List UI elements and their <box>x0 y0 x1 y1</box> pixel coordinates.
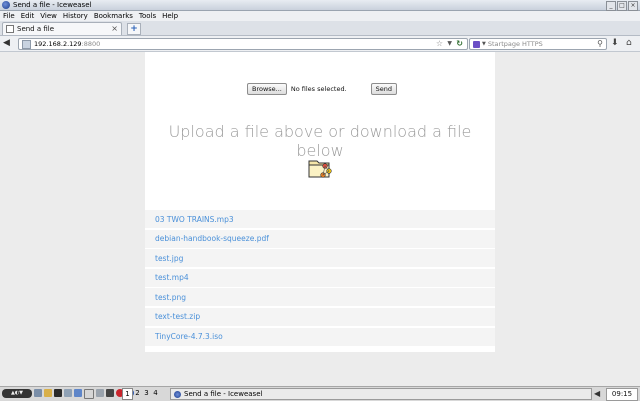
browse-button[interactable]: Browse... <box>247 83 287 95</box>
desktop-3[interactable]: 3 <box>142 388 151 398</box>
menu-bar: File Edit View History Bookmarks Tools H… <box>0 11 640 21</box>
taskbar-window-button[interactable]: Send a file - Iceweasel <box>170 388 592 400</box>
send-button[interactable]: Send <box>370 83 398 95</box>
maximize-icon[interactable]: □ <box>617 1 627 11</box>
taskbar: ▲◐▼ 1 2 3 4 Send a file - Iceweasel ◀ 09… <box>0 386 640 401</box>
list-item: text-test.zip <box>145 307 495 326</box>
search-bar[interactable]: ▼ Startpage HTTPS ⚲ <box>469 38 607 50</box>
quick-launch <box>34 389 134 399</box>
file-link[interactable]: debian-handbook-squeeze.pdf <box>155 234 269 243</box>
download-icon[interactable]: ⬇ <box>611 39 619 48</box>
page-heading: Upload a file above or download a file b… <box>168 122 472 160</box>
list-item: test.jpg <box>145 249 495 268</box>
desktop-switcher: 1 2 3 4 <box>122 388 160 400</box>
tab-bar: Send a file × + <box>0 21 640 36</box>
url-bar[interactable]: 192.168.2.129:8800 ☆ ▼ ↻ <box>18 38 468 50</box>
url-text[interactable]: 192.168.2.129:8800 <box>34 40 100 48</box>
file-link[interactable]: TinyCore-4.7.3.iso <box>155 332 223 341</box>
start-menu-button[interactable]: ▲◐▼ <box>2 389 32 398</box>
network-icon[interactable] <box>74 389 82 397</box>
menu-bookmarks[interactable]: Bookmarks <box>94 12 133 20</box>
tab-label: Send a file <box>17 25 55 33</box>
window-titlebar: Send a file - Iceweasel _ □ × <box>0 0 640 11</box>
upload-form: Browse... No files selected. Send <box>247 83 398 95</box>
url-history-dropdown-icon[interactable]: ▼ <box>447 39 452 49</box>
home-icon[interactable]: ⌂ <box>626 39 632 48</box>
iceweasel-icon <box>2 1 10 9</box>
close-icon[interactable]: × <box>628 1 638 11</box>
settings-icon[interactable] <box>96 389 104 397</box>
menu-view[interactable]: View <box>40 12 57 20</box>
menu-edit[interactable]: Edit <box>21 12 35 20</box>
tab-send-a-file[interactable]: Send a file × <box>2 22 122 35</box>
desktop-2[interactable]: 2 <box>133 388 142 398</box>
search-engine-dropdown-icon[interactable]: ▼ <box>482 41 486 47</box>
calculator-icon[interactable] <box>64 389 72 397</box>
back-arrow-icon[interactable]: ◀ <box>3 39 13 48</box>
taskbar-window-label: Send a file - Iceweasel <box>184 390 263 398</box>
window-title: Send a file - Iceweasel <box>13 1 92 9</box>
shared-folder-icon <box>308 160 332 178</box>
menu-file[interactable]: File <box>3 12 15 20</box>
tab-close-icon[interactable]: × <box>111 24 118 33</box>
reload-icon[interactable]: ↻ <box>456 39 463 49</box>
search-placeholder[interactable]: Startpage HTTPS <box>488 40 543 48</box>
bookmark-star-icon[interactable]: ☆ <box>436 39 443 49</box>
menu-history[interactable]: History <box>63 12 88 20</box>
minimize-icon[interactable]: _ <box>606 1 616 11</box>
list-item: debian-handbook-squeeze.pdf <box>145 229 495 248</box>
file-link[interactable]: 03 TWO TRAINS.mp3 <box>155 215 234 224</box>
file-status-text: No files selected. <box>290 85 347 93</box>
desktop-4[interactable]: 4 <box>151 388 160 398</box>
volume-icon[interactable]: ◀ <box>594 389 602 398</box>
page-favicon-icon <box>6 25 14 33</box>
new-tab-button[interactable]: + <box>127 23 141 35</box>
menu-tools[interactable]: Tools <box>139 12 156 20</box>
file-link[interactable]: text-test.zip <box>155 312 200 321</box>
media-player-icon[interactable] <box>106 389 114 397</box>
list-item: test.mp4 <box>145 268 495 287</box>
text-editor-icon[interactable] <box>84 389 94 399</box>
file-link[interactable]: test.png <box>155 293 186 302</box>
clock[interactable]: 09:15 <box>606 388 638 401</box>
file-list: 03 TWO TRAINS.mp3 debian-handbook-squeez… <box>145 210 495 347</box>
terminal-icon[interactable] <box>54 389 62 397</box>
list-item: TinyCore-4.7.3.iso <box>145 327 495 346</box>
page-content: Browse... No files selected. Send Upload… <box>0 52 640 385</box>
window-controls: _ □ × <box>606 0 638 11</box>
list-item: test.png <box>145 288 495 307</box>
navigation-bar: ◀ 192.168.2.129:8800 ☆ ▼ ↻ ▼ Startpage H… <box>0 36 640 52</box>
upload-card: Browse... No files selected. Send Upload… <box>145 52 495 352</box>
file-manager-icon[interactable] <box>44 389 52 397</box>
iceweasel-task-icon <box>174 390 181 398</box>
search-icon[interactable]: ⚲ <box>597 39 603 49</box>
list-item: 03 TWO TRAINS.mp3 <box>145 210 495 228</box>
file-link[interactable]: test.jpg <box>155 254 183 263</box>
desktop-1[interactable]: 1 <box>122 388 133 400</box>
desktop-icon[interactable] <box>34 389 42 397</box>
menu-help[interactable]: Help <box>162 12 178 20</box>
site-identity-icon[interactable] <box>22 39 31 49</box>
file-link[interactable]: test.mp4 <box>155 273 189 282</box>
search-engine-icon[interactable] <box>473 40 480 48</box>
